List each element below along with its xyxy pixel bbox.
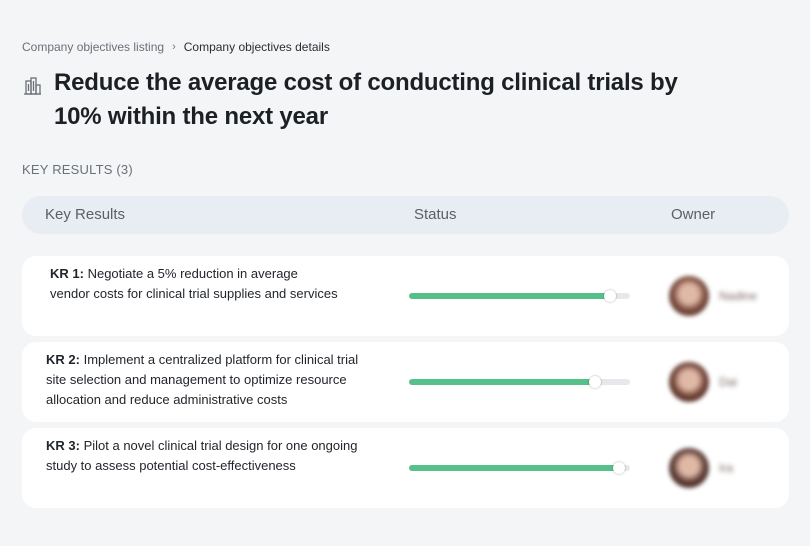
avatar <box>669 276 709 316</box>
progress-fill <box>409 379 595 385</box>
objective-details-page: Company objectives listing › Company obj… <box>0 0 810 546</box>
progress-fill <box>409 293 611 299</box>
page-title: Reduce the average cost of conducting cl… <box>54 69 678 130</box>
key-result-label: KR 1: <box>50 266 84 281</box>
progress-bar[interactable] <box>409 462 630 474</box>
table-header: Key Results Status Owner <box>22 196 789 234</box>
owner-cell[interactable]: Ira <box>669 448 733 488</box>
owner-cell[interactable]: Dai <box>669 362 737 402</box>
key-result-row[interactable]: KR 1: Negotiate a 5% reduction in averag… <box>22 256 789 336</box>
owner-name: Ira <box>719 461 734 475</box>
key-result-label: KR 3: <box>46 438 80 453</box>
breadcrumb: Company objectives listing › Company obj… <box>22 40 330 54</box>
key-result-description: Negotiate a 5% reduction in average vend… <box>50 266 338 301</box>
key-result-text: KR 3: Pilot a novel clinical trial desig… <box>46 436 376 476</box>
key-result-label: KR 2: <box>46 352 80 367</box>
key-results-count-label: KEY RESULTS (3) <box>22 162 133 177</box>
breadcrumb-separator: › <box>172 41 176 53</box>
key-result-text: KR 1: Negotiate a 5% reduction in averag… <box>50 264 340 304</box>
progress-bar[interactable] <box>409 290 630 302</box>
avatar <box>669 362 709 402</box>
progress-handle[interactable] <box>604 290 617 302</box>
key-result-text: KR 2: Implement a centralized platform f… <box>46 350 376 410</box>
owner-cell[interactable]: Nadine <box>669 276 757 316</box>
breadcrumb-parent-link[interactable]: Company objectives listing <box>22 40 164 54</box>
key-result-description: Implement a centralized platform for cli… <box>46 352 359 407</box>
key-result-row[interactable]: KR 3: Pilot a novel clinical trial desig… <box>22 428 789 508</box>
breadcrumb-current: Company objectives details <box>183 40 330 54</box>
progress-handle[interactable] <box>588 376 601 388</box>
objective-header: Reduce the average cost of conducting cl… <box>22 66 712 134</box>
progress-fill <box>409 465 619 471</box>
avatar <box>669 448 709 488</box>
column-header-key-results: Key Results <box>45 206 126 223</box>
progress-handle[interactable] <box>612 462 625 474</box>
key-result-description: Pilot a novel clinical trial design for … <box>46 438 358 473</box>
building-icon <box>22 76 42 96</box>
key-result-row[interactable]: KR 2: Implement a centralized platform f… <box>22 342 789 422</box>
owner-name: Nadine <box>719 289 758 303</box>
progress-bar[interactable] <box>409 376 630 388</box>
column-header-status: Status <box>414 206 457 223</box>
owner-name: Dai <box>719 375 738 389</box>
column-header-owner: Owner <box>671 206 716 223</box>
